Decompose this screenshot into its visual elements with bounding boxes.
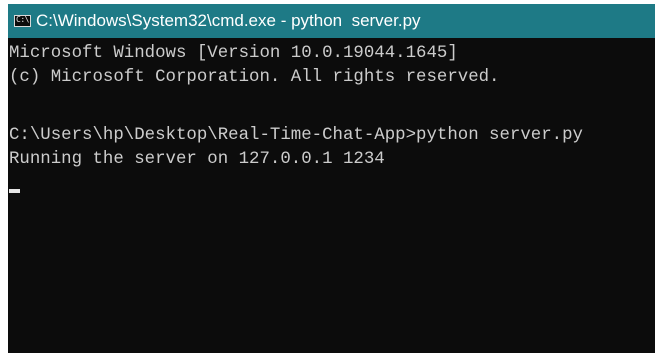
cmd-icon-text: C:\ [16,15,29,24]
console-line-command: C:\Users\hp\Desktop\Real-Time-Chat-App>p… [9,126,583,145]
cmd-icon: C:\ [14,15,31,27]
console-line-server-status: Running the server on 127.0.0.1 1234 [9,150,385,169]
console-line-version: Microsoft Windows [Version 10.0.19044.16… [9,44,458,63]
console-output[interactable]: Microsoft Windows [Version 10.0.19044.16… [8,38,655,353]
text-cursor [9,189,20,193]
console-line-copyright: (c) Microsoft Corporation. All rights re… [9,68,500,87]
window-title: C:\Windows\System32\cmd.exe - python ser… [36,11,421,30]
title-bar[interactable]: C:\ C:\Windows\System32\cmd.exe - python… [8,4,655,38]
cmd-window[interactable]: C:\ C:\Windows\System32\cmd.exe - python… [8,4,655,353]
